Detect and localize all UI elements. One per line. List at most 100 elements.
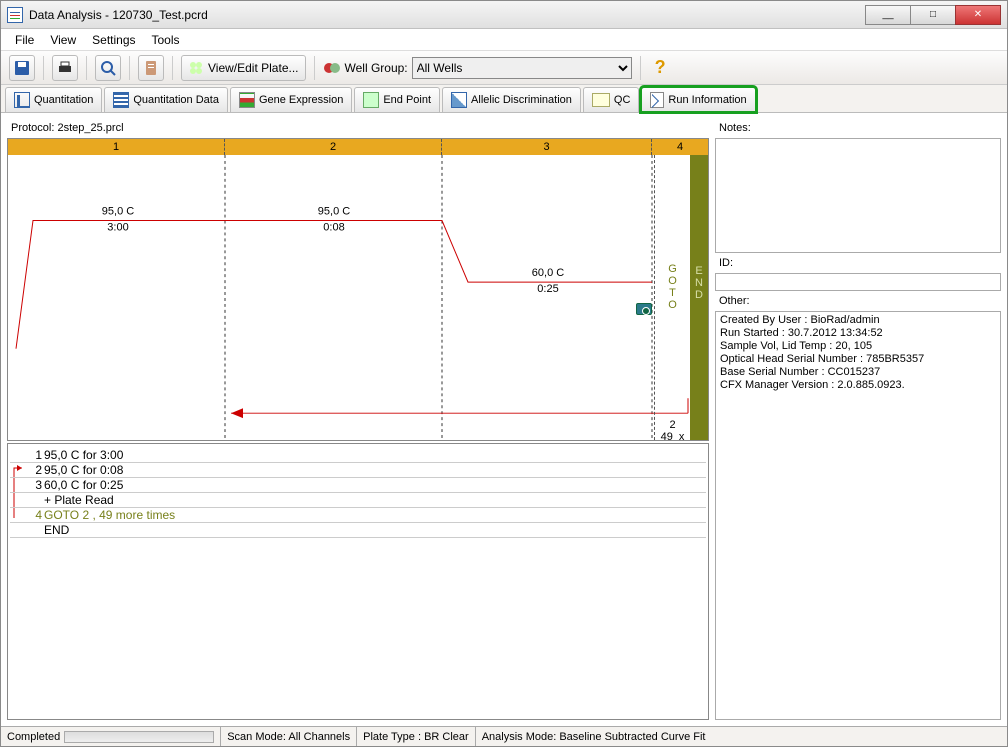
protocol-graph: 1 2 3 4 [7, 138, 709, 441]
status-completed: Completed [1, 727, 221, 746]
goto-step: 2 [655, 419, 690, 431]
status-scan-mode: Scan Mode: All Channels [221, 727, 357, 746]
help-icon[interactable]: ? [655, 57, 666, 78]
view-edit-plate-label: View/Edit Plate... [208, 61, 299, 75]
tab-quantitation-data[interactable]: Quantitation Data [104, 87, 228, 112]
protocol-step-list: 195,0 C for 3:00 295,0 C for 0:08 360,0 … [7, 443, 709, 720]
tab-end-point[interactable]: End Point [354, 87, 440, 112]
menu-settings[interactable]: Settings [92, 33, 135, 47]
zoom-button[interactable] [95, 55, 121, 81]
tabbar: Quantitation Quantitation Data Gene Expr… [1, 85, 1007, 113]
goto-cycles: 49 [661, 431, 673, 443]
tab-allelic-discrimination[interactable]: Allelic Discrimination [442, 87, 581, 112]
bars-icon [239, 92, 255, 108]
step-row: 195,0 C for 3:00 [10, 448, 706, 463]
tab-label: Quantitation [34, 94, 93, 106]
separator [640, 56, 641, 80]
progress-bar [64, 731, 214, 743]
tab-label: QC [614, 94, 631, 106]
well-group-icon [323, 59, 341, 77]
status-analysis-mode: Analysis Mode: Baseline Subtracted Curve… [476, 727, 712, 746]
step-row: 295,0 C for 0:08 [10, 463, 706, 478]
tab-label: Run Information [668, 94, 746, 106]
id-input[interactable] [715, 273, 1001, 291]
camera-icon [636, 303, 652, 315]
maximize-button[interactable]: □ [910, 5, 956, 25]
content-area: Protocol: 2step_25.prcl 1 2 3 4 [1, 114, 1007, 726]
report-button[interactable] [138, 55, 164, 81]
menu-tools[interactable]: Tools [152, 33, 180, 47]
svg-text:0:25: 0:25 [537, 283, 558, 295]
tab-quantitation[interactable]: Quantitation [5, 87, 102, 112]
menubar: File View Settings Tools [1, 29, 1007, 51]
svg-text:95,0 C: 95,0 C [102, 206, 134, 218]
tab-gene-expression[interactable]: Gene Expression [230, 87, 352, 112]
status-label: Completed [7, 731, 60, 743]
scatter-icon [451, 92, 467, 108]
step-header-2: 2 [225, 139, 442, 155]
svg-text:95,0 C: 95,0 C [318, 206, 350, 218]
step-row-goto: 4GOTO 2 , 49 more times [10, 508, 706, 523]
notes-input[interactable] [715, 138, 1001, 253]
menu-file[interactable]: File [15, 33, 34, 47]
step-row: + Plate Read [10, 493, 706, 508]
statusbar: Completed Scan Mode: All Channels Plate … [1, 726, 1007, 746]
separator [43, 56, 44, 80]
other-line: Run Started : 30.7.2012 13:34:52 [720, 327, 996, 340]
step-header-1: 1 [8, 139, 225, 155]
view-edit-plate-button[interactable]: View/Edit Plate... [181, 55, 306, 81]
check-icon [592, 93, 610, 107]
goto-column: GOTO 2 49 x [654, 155, 690, 440]
step-row: 360,0 C for 0:25 [10, 478, 706, 493]
well-group-label: Well Group: [345, 61, 408, 75]
other-line: Sample Vol, Lid Temp : 20, 105 [720, 340, 996, 353]
tab-run-information[interactable]: Run Information [641, 87, 755, 112]
well-group-control: Well Group: All Wells [323, 57, 632, 79]
other-line: Created By User : BioRad/admin [720, 314, 996, 327]
end-column: END [690, 155, 708, 440]
left-column: Protocol: 2step_25.prcl 1 2 3 4 [7, 120, 709, 720]
document-icon [650, 92, 664, 108]
toolbar: View/Edit Plate... Well Group: All Wells… [1, 51, 1007, 85]
goto-x: x [679, 431, 685, 443]
save-button[interactable] [9, 55, 35, 81]
tab-qc[interactable]: QC [583, 87, 640, 112]
well-group-select[interactable]: All Wells [412, 57, 632, 79]
notes-label: Notes: [715, 120, 1001, 136]
other-info: Created By User : BioRad/admin Run Start… [715, 311, 1001, 720]
other-line: CFX Manager Version : 2.0.885.0923. [720, 379, 996, 392]
step-headers: 1 2 3 4 [8, 139, 708, 155]
step-header-3: 3 [442, 139, 652, 155]
tab-label: Allelic Discrimination [471, 94, 572, 106]
other-line: Base Serial Number : CC015237 [720, 366, 996, 379]
separator [129, 56, 130, 80]
step-row: END [10, 523, 706, 538]
separator [172, 56, 173, 80]
chart-icon [14, 92, 30, 108]
tab-label: Quantitation Data [133, 94, 219, 106]
grid-icon [363, 92, 379, 108]
other-line: Optical Head Serial Number : 785BR5357 [720, 353, 996, 366]
protocol-label: Protocol: 2step_25.prcl [7, 120, 709, 136]
titlebar: Data Analysis - 120730_Test.pcrd __ □ ✕ [1, 1, 1007, 29]
tab-label: End Point [383, 94, 431, 106]
window-title: Data Analysis - 120730_Test.pcrd [29, 8, 866, 22]
minimize-button[interactable]: __ [865, 5, 911, 25]
other-label: Other: [715, 293, 1001, 309]
separator [86, 56, 87, 80]
svg-text:60,0 C: 60,0 C [532, 267, 564, 279]
table-icon [113, 92, 129, 108]
close-button[interactable]: ✕ [955, 5, 1001, 25]
window-buttons: __ □ ✕ [866, 5, 1001, 25]
right-column: Notes: ID: Other: Created By User : BioR… [715, 120, 1001, 720]
menu-view[interactable]: View [50, 33, 76, 47]
tab-label: Gene Expression [259, 94, 343, 106]
separator [314, 56, 315, 80]
print-button[interactable] [52, 55, 78, 81]
app-window: Data Analysis - 120730_Test.pcrd __ □ ✕ … [0, 0, 1008, 747]
step-header-4: 4 [652, 139, 708, 155]
app-icon [7, 7, 23, 23]
svg-text:0:08: 0:08 [323, 222, 344, 234]
status-plate-type: Plate Type : BR Clear [357, 727, 476, 746]
graph-svg-container: 95,0 C 3:00 95,0 C 0:08 60,0 C 0:25 GOTO… [8, 155, 708, 440]
